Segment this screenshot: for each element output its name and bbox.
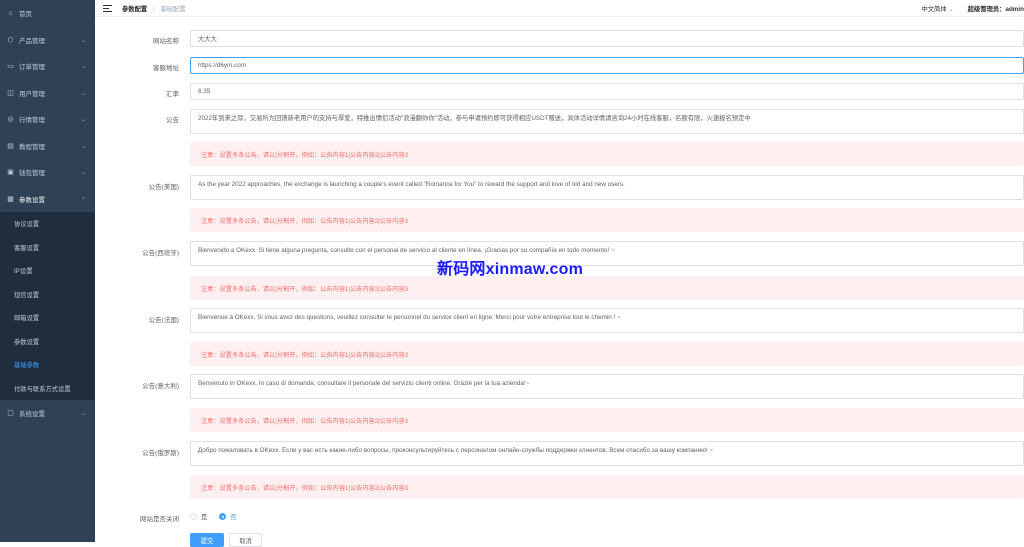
- chevron-up-icon: ⌄: [79, 194, 88, 201]
- sidebar-item-label: 系统设置: [19, 411, 45, 419]
- chevron-down-icon: ⌄: [79, 90, 88, 97]
- chevron-down-icon: ⌄: [79, 170, 88, 177]
- sidebar-item-wallet[interactable]: ▣ 钱包管理 ⌄: [0, 159, 95, 186]
- notice-es-tip-alert: 注意：设置多条公告，请以|分割开，例如：公告内容1|公告内容2|公告内容3: [190, 276, 1024, 300]
- submenu-item-basic-params[interactable]: 基础参数: [0, 353, 95, 377]
- sidebar-item-label: 首页: [19, 11, 32, 19]
- submenu-item-ip[interactable]: IP设置: [0, 259, 95, 283]
- chevron-down-icon: ⌄: [948, 6, 954, 13]
- submenu-item-sms[interactable]: 短信设置: [0, 283, 95, 307]
- sidebar-item-params[interactable]: ▦ 参数设置 ⌄: [0, 186, 95, 213]
- chevron-down-icon: ⌄: [79, 37, 88, 44]
- box-icon: ⬡: [7, 36, 14, 44]
- book-icon: ▤: [7, 142, 14, 150]
- breadcrumb-separator: /: [152, 5, 155, 13]
- watermark-text: 新码网xinmaw.com: [437, 261, 584, 278]
- sidebar-item-label: 产品管理: [19, 37, 45, 45]
- radio-yes[interactable]: 是: [190, 512, 207, 521]
- submenu-item-payment-contact[interactable]: 付款与联系方式设置: [0, 377, 95, 401]
- home-icon: ⌂: [8, 9, 13, 17]
- submenu-item-params[interactable]: 参数设置: [0, 330, 95, 354]
- submenu-item-email[interactable]: 邮箱设置: [0, 306, 95, 330]
- site-name-label: 网站名称: [153, 38, 179, 45]
- service-url-input[interactable]: https://d6ym.com: [190, 57, 1024, 74]
- notice-ru-label: 公告(俄罗斯): [142, 450, 179, 457]
- notice-fr-label: 公告(法国): [148, 317, 179, 324]
- sidebar-item-label: 订单管理: [19, 64, 45, 72]
- notice-it-label: 公告(意大利): [142, 383, 179, 390]
- notice-fr-tip-alert: 注意：设置多条公告，请以|分割开，例如：公告内容1|公告内容2|公告内容3: [190, 342, 1024, 366]
- submenu-item-agreement[interactable]: 协议设置: [0, 212, 95, 236]
- site-closed-label: 网站是否关闭: [140, 516, 179, 523]
- order-icon: ▭: [7, 63, 14, 71]
- top-navbar: 参数配置 / 基础配置 中文简体 ⌄ 超级管理员：admin: [95, 0, 1024, 17]
- chevron-down-icon: ⌄: [79, 143, 88, 150]
- user-menu[interactable]: 超级管理员：admin: [968, 4, 1024, 13]
- settings-form: 网站名称 大大大 客服地址 https://d6ym.com 汇率 6.35 公…: [95, 17, 1024, 547]
- radio-no[interactable]: 否: [219, 512, 237, 521]
- notice-ru-textarea[interactable]: Добро пожаловать в OKexx. Если у вас ест…: [190, 441, 1024, 466]
- sidebar-item-market[interactable]: ◎ 行情管理 ⌄: [0, 106, 95, 133]
- rate-input[interactable]: 6.35: [190, 83, 1024, 100]
- sidebar-item-orders[interactable]: ▭ 订单管理 ⌄: [0, 53, 95, 80]
- chevron-down-icon: ⌄: [79, 411, 88, 418]
- sidebar-item-label: 参数设置: [19, 196, 45, 204]
- rate-label: 汇率: [166, 91, 179, 98]
- sidebar-item-system[interactable]: ▢ 系统设置 ⌄: [0, 400, 95, 427]
- notice-it-tip-alert: 注意：设置多条公告，请以|分割开，例如：公告内容1|公告内容2|公告内容3: [190, 408, 1024, 432]
- chart-icon: ◎: [7, 116, 14, 124]
- submenu-item-service[interactable]: 客服设置: [0, 236, 95, 260]
- chevron-down-icon: ⌄: [79, 64, 88, 71]
- notice-fr-textarea[interactable]: Bienvenue à OKexx. Si vous avez des ques…: [190, 308, 1024, 333]
- notice-es-textarea[interactable]: Bienvenido a OKexx. Si tiene alguna preg…: [190, 241, 1024, 266]
- sidebar-item-products[interactable]: ⬡ 产品管理 ⌄: [0, 27, 95, 54]
- language-dropdown[interactable]: 中文简体 ⌄: [921, 4, 953, 13]
- service-url-label: 客服地址: [153, 65, 179, 72]
- user-icon: ◫: [7, 89, 14, 97]
- sidebar-item-label: 教程管理: [19, 143, 45, 151]
- breadcrumb-item-params[interactable]: 参数配置: [122, 6, 147, 13]
- notice-label: 公告: [166, 117, 179, 124]
- submit-button[interactable]: 提交: [190, 533, 224, 547]
- breadcrumb-item-basic: 基础配置: [160, 5, 186, 13]
- sidebar-item-users[interactable]: ◫ 用户管理 ⌄: [0, 80, 95, 107]
- sidebar: ⌂ 首页 ⬡ 产品管理 ⌄ ▭ 订单管理 ⌄ ◫ 用户管理 ⌄ ◎ 行情管理 ⌄…: [0, 0, 95, 542]
- notice-textarea[interactable]: 2022年到来之际，交易所为回馈新老用户的支持与厚爱，特推出情侣活动"浪漫翻你你…: [190, 109, 1024, 134]
- sidebar-item-tutorials[interactable]: ▤ 教程管理 ⌄: [0, 133, 95, 160]
- site-closed-radio-group: 是 否: [190, 512, 249, 521]
- params-submenu: 协议设置 客服设置 IP设置 短信设置 邮箱设置 参数设置 基础参数 付款与联系…: [0, 212, 95, 400]
- cancel-button[interactable]: 取消: [229, 533, 262, 547]
- chevron-down-icon: ⌄: [79, 117, 88, 124]
- settings-icon: ▦: [7, 195, 14, 203]
- notice-it-textarea[interactable]: Benvenuto in OKexx. In caso di domande, …: [190, 374, 1024, 399]
- notice-tip-alert: 注意：设置多条公告，请以|分割开，例如：公告内容1|公告内容2|公告内容3: [190, 142, 1024, 166]
- site-name-input[interactable]: 大大大: [190, 30, 1024, 47]
- sidebar-item-label: 行情管理: [19, 117, 45, 125]
- notice-es-label: 公告(西班牙): [142, 250, 179, 257]
- wallet-icon: ▣: [7, 169, 14, 177]
- system-icon: ▢: [7, 410, 14, 418]
- sidebar-item-label: 用户管理: [19, 90, 45, 98]
- breadcrumb: 参数配置 / 基础配置: [122, 4, 186, 13]
- notice-en-tip-alert: 注意：设置多条公告，请以|分割开，例如：公告内容1|公告内容2|公告内容3: [190, 208, 1024, 232]
- hamburger-icon[interactable]: [103, 4, 112, 12]
- notice-ru-tip-alert: 注意：设置多条公告，请以|分割开，例如：公告内容1|公告内容2|公告内容3: [190, 475, 1024, 499]
- sidebar-item-label: 钱包管理: [19, 170, 45, 178]
- notice-en-textarea[interactable]: As the year 2022 approaches, the exchang…: [190, 175, 1024, 200]
- notice-en-label: 公告(美国): [148, 184, 179, 191]
- sidebar-item-home[interactable]: ⌂ 首页: [0, 0, 95, 27]
